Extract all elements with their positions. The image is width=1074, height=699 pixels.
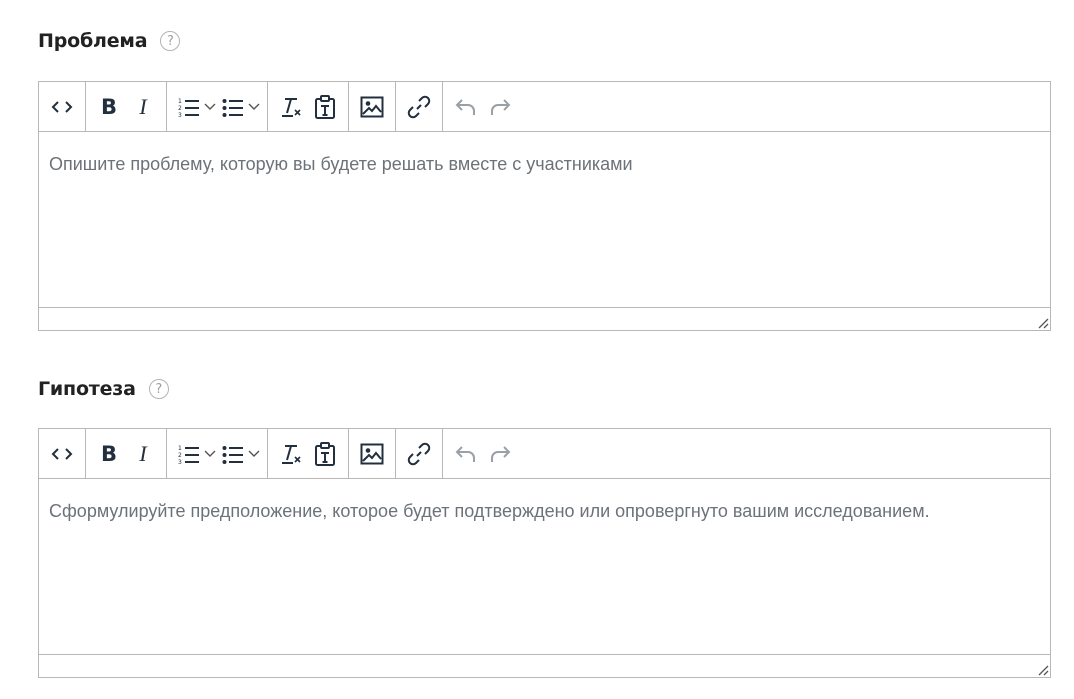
svg-text:2: 2 bbox=[178, 452, 182, 459]
source-code-icon bbox=[51, 100, 73, 113]
chevron-down-icon bbox=[204, 103, 216, 110]
bullet-list-icon bbox=[222, 445, 243, 464]
chevron-down-icon bbox=[204, 450, 216, 457]
field-label-problem: Проблема bbox=[38, 30, 148, 52]
bullet-list-button[interactable] bbox=[217, 437, 261, 471]
toolbar-group-lists: 1 2 3 bbox=[167, 82, 268, 131]
undo-icon bbox=[455, 445, 475, 462]
svg-text:3: 3 bbox=[178, 112, 182, 118]
source-code-button[interactable] bbox=[45, 437, 79, 471]
bold-icon: B bbox=[100, 441, 117, 466]
svg-text:3: 3 bbox=[178, 459, 182, 465]
chevron-down-icon bbox=[248, 450, 260, 457]
bullet-list-icon bbox=[222, 98, 243, 117]
editor-statusbar bbox=[39, 654, 1050, 677]
insert-link-button[interactable] bbox=[402, 437, 436, 471]
editor-placeholder: Сформулируйте предположение, которое буд… bbox=[49, 501, 930, 521]
paste-as-text-icon bbox=[315, 94, 335, 119]
toolbar-group-code bbox=[39, 82, 86, 131]
field-label-row: Гипотеза ? bbox=[38, 377, 1051, 401]
toolbar-group-image bbox=[349, 429, 396, 478]
undo-button[interactable] bbox=[449, 437, 483, 471]
toolbar-group-code bbox=[39, 429, 86, 478]
resize-handle-icon[interactable] bbox=[1037, 317, 1049, 329]
numbered-list-button[interactable]: 1 2 3 bbox=[173, 90, 217, 124]
chevron-down-icon bbox=[248, 103, 260, 110]
help-icon[interactable]: ? bbox=[148, 379, 169, 399]
link-icon bbox=[407, 442, 431, 465]
toolbar-group-link bbox=[396, 82, 443, 131]
help-icon[interactable]: ? bbox=[160, 31, 181, 51]
image-icon bbox=[360, 96, 384, 117]
bold-button[interactable]: B bbox=[92, 90, 126, 124]
numbered-list-icon: 1 2 3 bbox=[178, 98, 199, 118]
toolbar-group-clear-paste bbox=[268, 429, 349, 478]
insert-image-button[interactable] bbox=[355, 437, 389, 471]
clear-formatting-icon bbox=[282, 97, 301, 117]
toolbar-group-history bbox=[443, 82, 523, 131]
paste-as-text-icon bbox=[315, 441, 335, 466]
clear-formatting-icon bbox=[282, 444, 301, 464]
undo-icon bbox=[455, 98, 475, 115]
toolbar-group-history bbox=[443, 429, 523, 478]
toolbar-group-lists: 1 2 3 bbox=[167, 429, 268, 478]
editor-toolbar: B I 1 2 3 bbox=[39, 82, 1050, 132]
redo-button[interactable] bbox=[483, 437, 517, 471]
bold-button[interactable]: B bbox=[92, 437, 126, 471]
paste-as-text-button[interactable] bbox=[308, 437, 342, 471]
rich-text-editor-hypothesis: B I 1 2 3 Сформулируйте предположение, к… bbox=[38, 428, 1051, 678]
editor-toolbar: B I 1 2 3 bbox=[39, 429, 1050, 479]
toolbar-group-link bbox=[396, 429, 443, 478]
editor-placeholder: Опишите проблему, которую вы будете реша… bbox=[49, 154, 633, 174]
numbered-list-icon: 1 2 3 bbox=[178, 445, 199, 465]
paste-as-text-button[interactable] bbox=[308, 90, 342, 124]
undo-button[interactable] bbox=[449, 90, 483, 124]
svg-text:2: 2 bbox=[178, 105, 182, 112]
italic-icon: I bbox=[139, 93, 147, 119]
svg-text:1: 1 bbox=[178, 98, 182, 105]
redo-icon bbox=[491, 98, 511, 115]
toolbar-group-format: B I bbox=[86, 429, 167, 478]
insert-image-button[interactable] bbox=[355, 90, 389, 124]
clear-formatting-button[interactable] bbox=[274, 90, 308, 124]
clear-formatting-button[interactable] bbox=[274, 437, 308, 471]
editor-content-area[interactable]: Опишите проблему, которую вы будете реша… bbox=[39, 132, 1050, 307]
svg-text:1: 1 bbox=[178, 445, 182, 452]
redo-icon bbox=[491, 445, 511, 462]
source-code-icon bbox=[51, 447, 73, 460]
italic-button[interactable]: I bbox=[126, 90, 160, 124]
toolbar-group-format: B I bbox=[86, 82, 167, 131]
rich-text-editor-problem: B I 1 2 3 Опишите проблему, которую вы б… bbox=[38, 81, 1051, 331]
editor-statusbar bbox=[39, 307, 1050, 330]
field-problem: Проблема ? B I 1 2 3 Опишите проблему, к… bbox=[38, 29, 1051, 331]
image-icon bbox=[360, 443, 384, 464]
redo-button[interactable] bbox=[483, 90, 517, 124]
editor-content-area[interactable]: Сформулируйте предположение, которое буд… bbox=[39, 479, 1050, 654]
toolbar-group-image bbox=[349, 82, 396, 131]
italic-icon: I bbox=[139, 440, 147, 466]
insert-link-button[interactable] bbox=[402, 90, 436, 124]
numbered-list-button[interactable]: 1 2 3 bbox=[173, 437, 217, 471]
field-label-hypothesis: Гипотеза bbox=[38, 378, 136, 400]
field-hypothesis: Гипотеза ? B I 1 2 3 Сформулируйте предп… bbox=[38, 377, 1051, 678]
link-icon bbox=[407, 95, 431, 118]
bullet-list-button[interactable] bbox=[217, 90, 261, 124]
bold-icon: B bbox=[100, 94, 117, 119]
italic-button[interactable]: I bbox=[126, 437, 160, 471]
toolbar-group-clear-paste bbox=[268, 82, 349, 131]
source-code-button[interactable] bbox=[45, 90, 79, 124]
resize-handle-icon[interactable] bbox=[1037, 664, 1049, 676]
field-label-row: Проблема ? bbox=[38, 29, 1051, 53]
